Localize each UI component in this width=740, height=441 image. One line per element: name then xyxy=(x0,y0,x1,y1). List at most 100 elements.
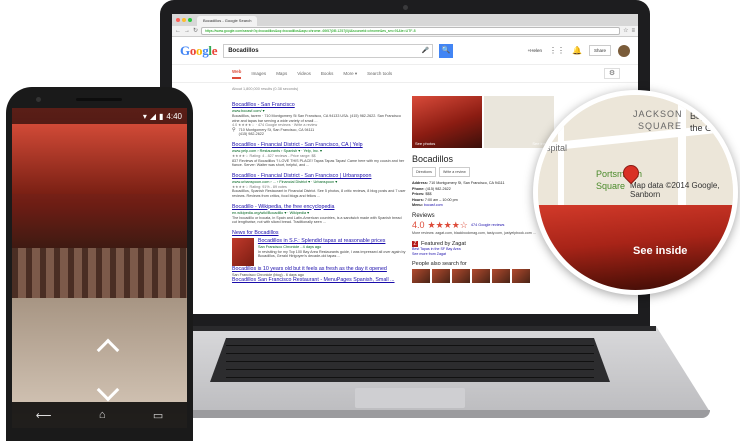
result-item: Bocadillos - Financial District - San Fr… xyxy=(232,173,407,199)
related-thumbnail[interactable] xyxy=(432,268,450,283)
news-title[interactable]: Bocadillos in S.F.: Splendid tapas at re… xyxy=(258,238,407,245)
tab-books[interactable]: Books xyxy=(321,71,334,76)
results-count: About 1,800,000 results (0.38 seconds) xyxy=(232,87,299,91)
map-label: spital xyxy=(546,143,568,153)
related-thumbnail[interactable] xyxy=(452,268,470,283)
address-bar[interactable]: https://www.google.com/search?q=bocadill… xyxy=(201,27,621,35)
map-label: SQUARE xyxy=(638,121,683,131)
recent-apps-icon[interactable]: ▭ xyxy=(153,409,163,422)
key-row xyxy=(226,348,594,354)
key-row xyxy=(226,356,594,362)
address-phone: (415) 982-2622 xyxy=(238,132,264,137)
google-header: Google Bocadillos 🎤 🔍 +Helen ⋮⋮ 🔔 Share xyxy=(172,37,638,65)
laptop-base-edge xyxy=(110,410,710,418)
write-review-button[interactable]: Write a review xyxy=(438,167,470,177)
search-button[interactable]: 🔍 xyxy=(439,43,454,58)
result-title[interactable]: Bocadillo - Wikipedia, the free encyclop… xyxy=(232,204,407,211)
news-more-link[interactable]: Bocadillos San Francisco Restaurant - Me… xyxy=(232,277,407,284)
restaurant-chairs xyxy=(12,248,187,298)
tab-search-tools[interactable]: Search tools xyxy=(367,71,392,76)
back-icon[interactable]: ⟵ xyxy=(36,409,52,422)
directions-button[interactable]: Directions xyxy=(412,167,436,177)
rating-value: 4.0 xyxy=(412,220,425,230)
panel-actions: Directions Write a review xyxy=(412,167,554,177)
window-controls[interactable] xyxy=(176,18,192,22)
minimize-window-icon[interactable] xyxy=(182,18,186,22)
zagat-logo-icon: Z xyxy=(412,240,418,247)
laptop-camera xyxy=(403,5,408,10)
signal-icon: ◢ xyxy=(149,111,157,121)
location-pin-icon: ⚲ xyxy=(232,126,236,133)
news-heading[interactable]: News for Bocadillos xyxy=(232,230,407,236)
magnifier-callout: JACKSON SQUARE Bay Club a the Gatewa spi… xyxy=(533,90,738,295)
news-item: Bocadillos in S.F.: Splendid tapas at re… xyxy=(232,237,407,266)
settings-icon[interactable]: ⚙ xyxy=(604,68,620,79)
tab-web[interactable]: Web xyxy=(232,69,242,79)
fact-value: 7:00 am – 10:00 pm xyxy=(424,197,458,202)
phone-screen[interactable]: ▾ ◢ ▮ 4:40 ⟵ ⌂ ▭ xyxy=(12,108,187,428)
result-snippet: Bocadillos, tavern · 710 Montgomery St S… xyxy=(232,114,401,123)
avatar[interactable] xyxy=(618,44,630,57)
search-query: Bocadillos xyxy=(228,47,259,54)
result-title[interactable]: Bocadillos - San Francisco xyxy=(232,102,407,109)
mic-icon[interactable]: 🎤 xyxy=(422,45,432,57)
see-inside-label[interactable]: See inside xyxy=(633,245,687,257)
apps-grid-icon[interactable]: ⋮⋮ xyxy=(549,46,565,55)
search-tabs: Web Images Maps Videos Books More ▾ Search too… xyxy=(172,65,638,83)
star-icon[interactable]: ☆ xyxy=(623,27,628,35)
result-snippet: The bocadillo or bocata, in Spain and La… xyxy=(232,215,402,225)
result-title[interactable]: Bocadillos - Financial District - San Fr… xyxy=(232,142,407,149)
tab-images[interactable]: Images xyxy=(251,71,266,76)
menu-icon[interactable]: ≡ xyxy=(631,27,635,35)
related-thumbnail[interactable] xyxy=(492,268,510,283)
news-snippet: In revisiting for my Top 100 Bay Area Re… xyxy=(257,249,406,259)
tab-more[interactable]: More ▾ xyxy=(343,71,357,77)
fact-value: $$$ xyxy=(425,192,432,196)
magnified-map: JACKSON SQUARE Bay Club a the Gatewa spi… xyxy=(538,95,733,205)
android-nav-bar: ⟵ ⌂ ▭ xyxy=(12,402,187,428)
key-row xyxy=(226,372,594,378)
phone: ▾ ◢ ▮ 4:40 ⟵ ⌂ ▭ xyxy=(6,87,193,441)
reload-icon[interactable]: ↻ xyxy=(193,27,198,35)
maximize-window-icon[interactable] xyxy=(188,18,192,22)
zagat-link[interactable]: See more from Zagat xyxy=(412,252,554,257)
back-icon[interactable]: ← xyxy=(175,27,181,35)
phone-speaker xyxy=(76,98,122,101)
tab-maps[interactable]: Maps xyxy=(276,71,287,76)
fact-value[interactable]: (415) 982-2622 xyxy=(426,187,451,191)
result-snippet: 837 Reviews of Bocadillos "I LOVE THIS P… xyxy=(232,158,405,168)
notifications-icon[interactable]: 🔔 xyxy=(572,46,582,55)
fact-value: 710 Montgomery St, San Francisco, CA 941… xyxy=(429,181,505,185)
share-button[interactable]: Share xyxy=(588,45,611,56)
see-photos-label[interactable]: See photos xyxy=(415,141,435,146)
status-bar: ▾ ◢ ▮ 4:40 xyxy=(12,108,187,124)
home-icon[interactable]: ⌂ xyxy=(99,409,106,421)
forward-icon[interactable]: → xyxy=(184,27,190,35)
related-thumbnail[interactable] xyxy=(512,268,530,283)
panel-photos: See photos See inside xyxy=(412,96,554,148)
result-title[interactable]: Bocadillos - Financial District - San Fr… xyxy=(232,173,407,180)
search-input[interactable]: Bocadillos 🎤 xyxy=(223,43,434,58)
map-attribution: Map data ©2014 Google, Sanborn xyxy=(630,181,720,199)
review-count-link[interactable]: 474 Google reviews xyxy=(471,223,505,227)
browser-tab[interactable]: Bocadillos - Google Search xyxy=(197,16,258,26)
google-logo[interactable]: Google xyxy=(180,43,218,59)
fact-value[interactable]: bocasf.com xyxy=(424,203,443,207)
panel-rating: 4.0 ★★★★☆ 474 Google reviews xyxy=(412,220,554,231)
news-thumbnail[interactable] xyxy=(232,237,254,266)
wifi-icon: ▾ xyxy=(142,111,147,121)
laptop-hinge xyxy=(164,326,656,331)
zagat-title: Featured by Zagat xyxy=(421,240,466,247)
panel-photo[interactable]: See photos xyxy=(412,96,482,148)
related-thumbnail[interactable] xyxy=(472,268,490,283)
browser-toolbar: ← → ↻ https://www.google.com/search?q=bo… xyxy=(172,26,638,37)
result-snippet: Bocadillos, Spanish Restaurant in Financ… xyxy=(232,189,406,198)
related-thumbnail[interactable] xyxy=(412,268,430,283)
news-more-link[interactable]: Bocadillos is 10 years old but it feels … xyxy=(232,266,407,273)
fact-label: Address: xyxy=(412,181,428,185)
close-window-icon[interactable] xyxy=(176,18,180,22)
fact-label: Prices: xyxy=(412,192,425,196)
phone-camera xyxy=(36,97,41,102)
user-link[interactable]: +Helen xyxy=(528,48,542,53)
tab-videos[interactable]: Videos xyxy=(297,71,311,76)
